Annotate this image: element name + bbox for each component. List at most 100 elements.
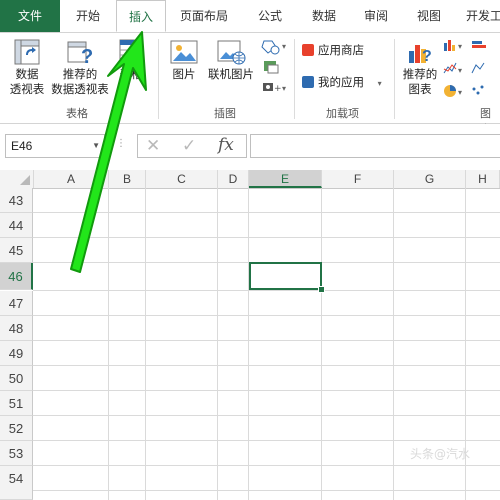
gridline [33, 365, 500, 366]
picture-button[interactable]: 图片 [164, 37, 204, 82]
ribbon-tab-bar: 文件 开始 插入 页面布局 公式 数据 审阅 视图 开发工 [0, 0, 500, 33]
svg-text:▾: ▾ [458, 66, 462, 75]
row-header-43[interactable]: 43 [0, 188, 33, 213]
table-icon [119, 39, 143, 65]
gridline [108, 188, 109, 500]
drag-handle-icon[interactable]: ⋮ [116, 138, 126, 149]
gridline [33, 390, 500, 391]
recommended-charts-icon: ? [409, 45, 432, 65]
row-header-50[interactable]: 50 [0, 366, 33, 391]
column-header-e[interactable]: E [249, 170, 322, 188]
online-picture-button[interactable]: 联机图片 [204, 37, 258, 82]
gridline [393, 188, 394, 500]
tab-data[interactable]: 数据 [298, 0, 350, 32]
formula-input[interactable] [250, 134, 500, 158]
column-header-g[interactable]: G [394, 170, 466, 188]
tab-home[interactable]: 开始 [62, 0, 114, 32]
cancel-icon[interactable]: ✕ [146, 136, 160, 156]
recommended-pivot-icon: ? [67, 41, 93, 67]
ribbon-separator [158, 39, 159, 119]
ribbon-separator [294, 39, 295, 119]
tab-file[interactable]: 文件 [0, 0, 60, 32]
row-header-44[interactable]: 44 [0, 213, 33, 238]
chevron-down-icon: ▼ [92, 141, 100, 150]
gridline [321, 188, 322, 500]
gridline [145, 188, 146, 500]
select-all-corner[interactable] [0, 170, 34, 188]
svg-text:+: + [274, 84, 282, 94]
pivot-table-label-2: 透视表 [9, 82, 45, 96]
gridline [33, 465, 500, 466]
row-header-51[interactable]: 51 [0, 391, 33, 416]
name-box-value: E46 [11, 139, 33, 153]
tab-page-layout[interactable]: 页面布局 [170, 0, 238, 32]
gridline [33, 340, 500, 341]
column-header-b[interactable]: B [109, 170, 146, 188]
ribbon-separator [394, 39, 395, 119]
row-header-46[interactable]: 46 [0, 263, 33, 290]
svg-text:▾: ▾ [458, 42, 462, 51]
tab-insert[interactable]: 插入 [116, 0, 166, 32]
select-all-icon [20, 175, 30, 185]
row-header-47[interactable]: 47 [0, 291, 33, 316]
column-header-f[interactable]: F [322, 170, 394, 188]
row-header-52[interactable]: 52 [0, 416, 33, 441]
row-header-54[interactable]: 54 [0, 466, 33, 500]
table-label: 表格 [119, 67, 143, 81]
gridline [33, 290, 500, 291]
name-box[interactable]: E46 ▼ [5, 134, 105, 158]
ribbon-insert-panel: 数据 透视表 ? 推荐的 数据透视表 表格 表格 图片 联机图片 ▾ + ▾ 插… [0, 33, 500, 136]
pivot-table-icon [14, 39, 40, 65]
watermark: 头条@汽水 [410, 447, 471, 461]
column-headers: A B C D E F G H [0, 170, 500, 189]
row-header-53[interactable]: 53 [0, 441, 33, 466]
insert-function-icon[interactable]: fx [218, 135, 234, 155]
tab-developer[interactable]: 开发工 [456, 0, 500, 32]
store-icon [302, 44, 314, 56]
svg-text:?: ? [422, 48, 432, 65]
gridline [33, 212, 500, 213]
gridline [33, 315, 500, 316]
row-header-48[interactable]: 48 [0, 316, 33, 341]
recommended-pivot-label-1: 推荐的 [62, 67, 98, 81]
picture-label: 图片 [172, 67, 196, 81]
group-label-illustrations: 插图 [214, 107, 236, 120]
app-store-button[interactable]: 应用商店 [302, 43, 392, 58]
column-header-a[interactable]: A [34, 170, 109, 188]
shapes-icon-group[interactable]: ▾ + ▾ [260, 37, 290, 101]
gridline [33, 440, 500, 441]
gridline [33, 237, 500, 238]
column-header-c[interactable]: C [146, 170, 218, 188]
online-picture-icon [217, 40, 246, 65]
tab-formulas[interactable]: 公式 [244, 0, 296, 32]
pivot-table-label-1: 数据 [15, 67, 39, 81]
column-header-d[interactable]: D [218, 170, 249, 188]
recommended-pivot-button[interactable]: ? 推荐的 数据透视表 [50, 37, 110, 97]
enter-icon[interactable]: ✓ [182, 136, 196, 156]
column-header-h[interactable]: H [466, 170, 500, 188]
tab-review[interactable]: 审阅 [350, 0, 402, 32]
recommended-pivot-label-2: 数据透视表 [51, 82, 109, 96]
recommended-charts-button[interactable]: ? 推荐的 图表 [398, 37, 442, 97]
app-store-label: 应用商店 [318, 43, 364, 57]
svg-text:▾: ▾ [282, 42, 286, 51]
row-header-49[interactable]: 49 [0, 341, 33, 366]
svg-text:?: ? [81, 46, 93, 67]
row-header-45[interactable]: 45 [0, 238, 33, 263]
recommended-charts-label-2: 图表 [408, 82, 432, 96]
gridline [248, 188, 249, 500]
fill-handle[interactable] [318, 286, 325, 293]
table-button[interactable]: 表格 [114, 37, 148, 82]
my-apps-icon [302, 76, 314, 88]
group-label-addins: 加载项 [326, 107, 359, 120]
formula-bar: E46 ▼ ⋮ ✕ ✓ fx [0, 124, 500, 170]
pivot-table-button[interactable]: 数据 透视表 [4, 37, 50, 97]
svg-text:▾: ▾ [282, 84, 286, 93]
formula-buttons: ✕ ✓ fx [137, 134, 247, 158]
gridline [33, 415, 500, 416]
my-apps-button[interactable]: 我的应用 ▾ [302, 75, 392, 91]
active-cell-e46[interactable] [249, 262, 322, 290]
tab-view[interactable]: 视图 [404, 0, 454, 32]
gridline [217, 188, 218, 500]
chart-type-icons[interactable]: ▾ ▾ ▾ [442, 37, 500, 101]
